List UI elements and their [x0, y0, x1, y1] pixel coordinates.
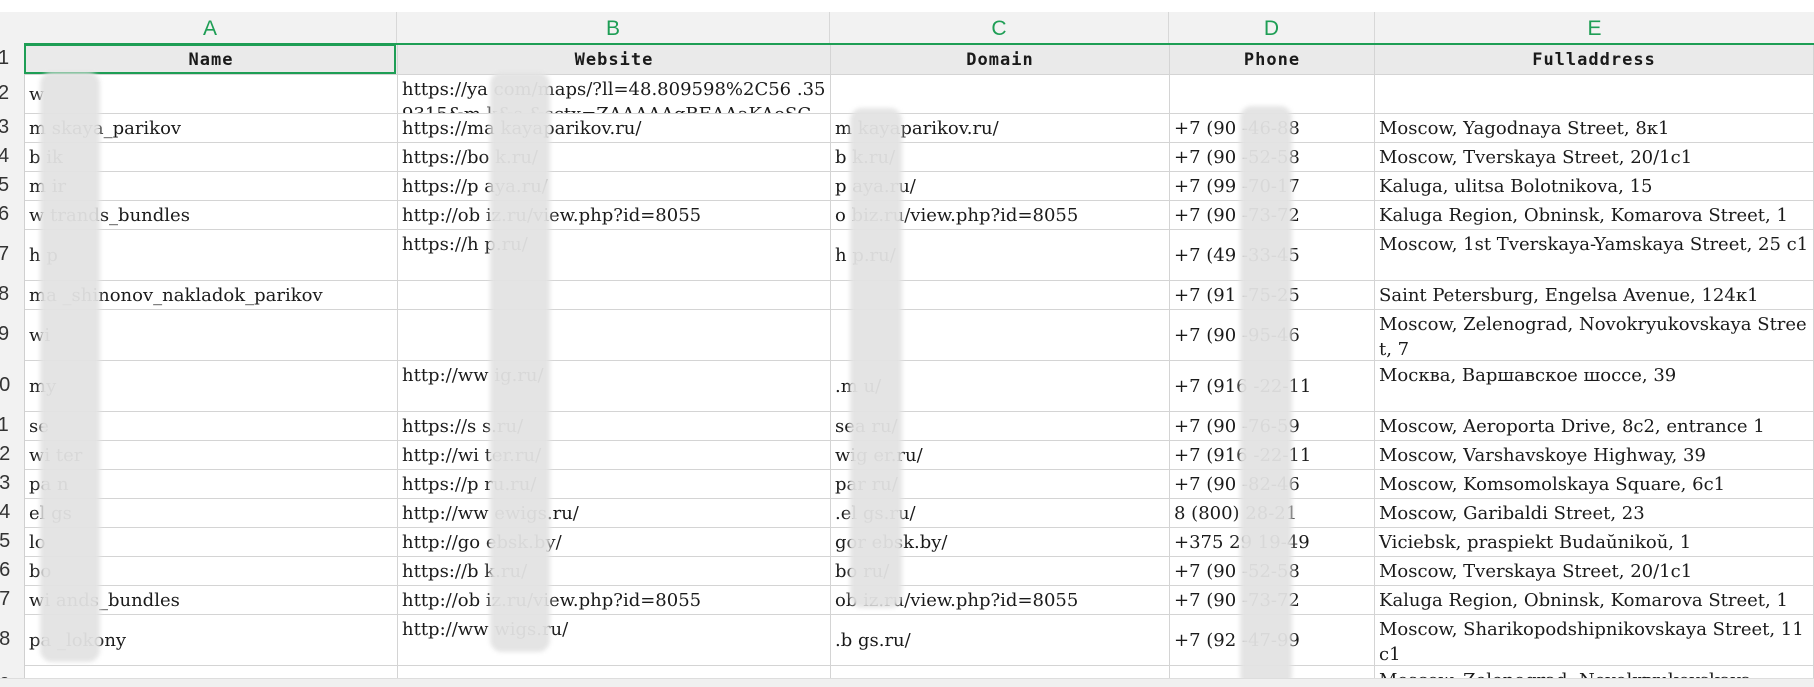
row-number[interactable]: 5: [0, 174, 22, 197]
row-number[interactable]: 15: [0, 530, 12, 553]
column-header-d[interactable]: D: [1169, 12, 1375, 44]
table-row: wi terhttp://wi ter.ru/wig er.ru/+7 (916…: [25, 441, 1814, 470]
row-number[interactable]: 1: [0, 47, 22, 70]
website-cell[interactable]: http://ob iz.ru/view.php?id=8055: [398, 201, 831, 229]
row-number[interactable]: 6: [0, 203, 22, 226]
row-number[interactable]: 2: [0, 82, 22, 105]
address-cell[interactable]: Moscow, Komsomolskaya Square, 6с1: [1375, 470, 1814, 498]
website-cell[interactable]: http://ww wigs.ru/: [398, 615, 831, 665]
address-cell[interactable]: Moscow, Zelenograd, Novokryukovskaya Str…: [1375, 310, 1814, 360]
table-row: m irhttps://p aya.ru/p aya.ru/+7 (99 -70…: [25, 172, 1814, 201]
row-number[interactable]: 14: [0, 501, 12, 524]
spreadsheet-grid: Name Website Domain Phone Fulladdress w https:…: [25, 44, 1814, 687]
header-cell[interactable]: Name: [25, 44, 398, 74]
website-cell[interactable]: https://ya com/maps/?ll=48.809598%2C56 .…: [398, 75, 831, 113]
table-row: m skaya_parikov https://ma kayaparikov.ru…: [25, 114, 1814, 143]
website-cell[interactable]: http://ww ewigs.ru/: [398, 499, 831, 527]
column-header-e[interactable]: E: [1375, 12, 1814, 44]
column-header-bar: A B C D E: [0, 12, 1814, 45]
address-cell[interactable]: Moscow, Tverskaya Street, 20/1с1: [1375, 557, 1814, 585]
table-row: h phttps://h p.ru/h p.ru/+7 (49 -33-45Mo…: [25, 230, 1814, 281]
table-row: w https://ya com/maps/?ll=48.809598%2C56 …: [25, 75, 1814, 114]
address-cell[interactable]: Moscow, 1st Tverskaya-Yamskaya Street, 2…: [1375, 230, 1814, 280]
redaction-blur-domain: [850, 108, 902, 608]
column-header-c[interactable]: C: [830, 12, 1169, 44]
website-cell[interactable]: https://p ru.ru/: [398, 470, 831, 498]
table-row: wi+7 (90 -95-46Moscow, Zelenograd, Novok…: [25, 310, 1814, 361]
address-cell[interactable]: Moscow, Sharikopodshipnikovskaya Street,…: [1375, 615, 1814, 665]
table-row: myhttp://ww ig.ru/.m u/+7 (916 -22-11Мос…: [25, 361, 1814, 412]
table-row: lohttp://go ebsk.by/gor ebsk.by/+375 29 …: [25, 528, 1814, 557]
website-cell[interactable]: http://ob iz.ru/view.php?id=8055: [398, 586, 831, 614]
table-row: wi ands_bundles http://ob iz.ru/view.php?…: [25, 586, 1814, 615]
table-row: el gshttp://ww ewigs.ru/.el gs.ru/8 (800…: [25, 499, 1814, 528]
row-number[interactable]: 12: [0, 443, 12, 466]
table-row: pa nhttps://p ru.ru/par ru/+7 (90 -82-46…: [25, 470, 1814, 499]
website-cell[interactable]: https://p aya.ru/: [398, 172, 831, 200]
row-number[interactable]: 16: [0, 559, 12, 582]
website-cell[interactable]: https://ma kayaparikov.ru/: [398, 114, 831, 142]
website-cell[interactable]: http://go ebsk.by/: [398, 528, 831, 556]
address-cell[interactable]: Moscow, Aeroporta Drive, 8с2, entrance 1: [1375, 412, 1814, 440]
column-header-b[interactable]: B: [397, 12, 830, 44]
address-cell[interactable]: Москва, Варшавское шоссе, 39: [1375, 361, 1814, 411]
address-cell[interactable]: Saint Petersburg, Engelsa Avenue, 124к1: [1375, 281, 1814, 309]
row-number[interactable]: 8: [0, 283, 22, 306]
website-cell[interactable]: [398, 281, 831, 309]
address-cell[interactable]: Kaluga Region, Obninsk, Komarova Street,…: [1375, 586, 1814, 614]
table-row: b ikhttps://bo k.ru/b k.ru/+7 (90 -52-58…: [25, 143, 1814, 172]
website-cell[interactable]: http://ww ig.ru/: [398, 361, 831, 411]
website-cell[interactable]: https://h p.ru/: [398, 230, 831, 280]
table-row: bohttps://b k.ru/bo ru/+7 (90 -52-58Mosc…: [25, 557, 1814, 586]
header-cell[interactable]: Website: [398, 44, 831, 74]
website-cell[interactable]: https://bo k.ru/: [398, 143, 831, 171]
redaction-blur-phone: [1240, 106, 1292, 687]
row-number-gutter: 12345678910111213141516171819: [0, 44, 25, 687]
domain-cell[interactable]: .b gs.ru/: [831, 615, 1170, 665]
header-cell[interactable]: Fulladdress: [1375, 44, 1814, 74]
redaction-blur-name: [40, 72, 100, 662]
redaction-blur-website: [490, 72, 550, 652]
row-number[interactable]: 18: [0, 628, 12, 651]
row-number[interactable]: 9: [0, 323, 22, 346]
address-cell[interactable]: [1375, 75, 1814, 113]
header-row: Name Website Domain Phone Fulladdress: [25, 44, 1814, 75]
website-cell[interactable]: http://wi ter.ru/: [398, 441, 831, 469]
address-cell[interactable]: Moscow, Tverskaya Street, 20/1с1: [1375, 143, 1814, 171]
address-cell[interactable]: Kaluga Region, Obninsk, Komarova Street,…: [1375, 201, 1814, 229]
table-row: ma _shinonov_nakladok_parikov +7 (91 -75-…: [25, 281, 1814, 310]
address-cell[interactable]: Moscow, Garibaldi Street, 23: [1375, 499, 1814, 527]
row-number[interactable]: 4: [0, 145, 22, 168]
header-cell[interactable]: Phone: [1170, 44, 1375, 74]
row-number[interactable]: 7: [0, 243, 22, 266]
horizontal-scrollbar[interactable]: [0, 678, 1814, 687]
address-cell[interactable]: Moscow, Varshavskoye Highway, 39: [1375, 441, 1814, 469]
row-number[interactable]: 17: [0, 588, 12, 611]
address-cell[interactable]: Kaluga, ulitsa Bolotnikova, 15: [1375, 172, 1814, 200]
address-cell[interactable]: Viciebsk, praspiekt Budaŭnikoŭ, 1: [1375, 528, 1814, 556]
table-row: w trands_bundles http://ob iz.ru/view.php…: [25, 201, 1814, 230]
row-number[interactable]: 13: [0, 472, 12, 495]
website-cell[interactable]: https://s s.ru/: [398, 412, 831, 440]
website-cell[interactable]: [398, 310, 831, 360]
row-number[interactable]: 10: [0, 374, 12, 397]
column-header-a[interactable]: A: [24, 12, 397, 44]
header-cell[interactable]: Domain: [831, 44, 1170, 74]
selection-row-indicator: [24, 43, 1814, 45]
address-cell[interactable]: Moscow, Yagodnaya Street, 8к1: [1375, 114, 1814, 142]
table-row: pa _lokonyhttp://ww wigs.ru/.b gs.ru/+7 …: [25, 615, 1814, 666]
row-number[interactable]: 11: [0, 414, 12, 437]
website-cell[interactable]: https://b k.ru/: [398, 557, 831, 585]
row-number[interactable]: 3: [0, 116, 22, 139]
table-row: sehttps://s s.ru/sea ru/+7 (90 -76-59Mos…: [25, 412, 1814, 441]
